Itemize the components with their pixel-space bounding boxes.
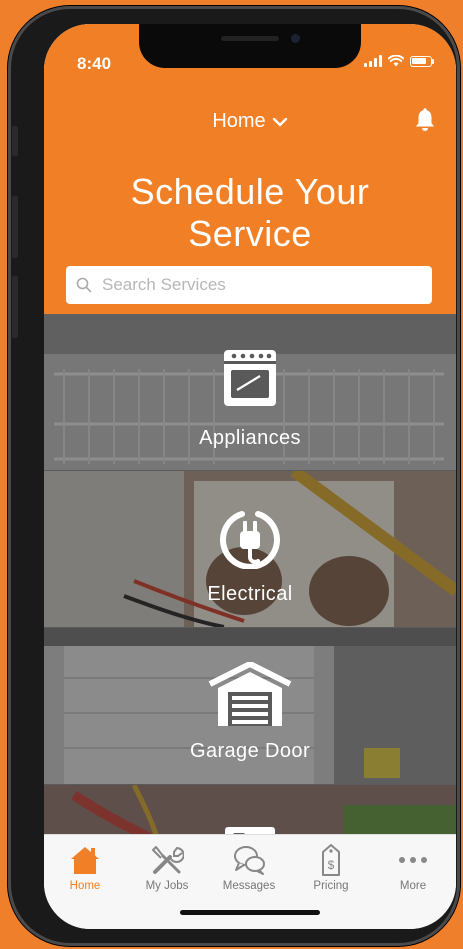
tab-home[interactable]: Home bbox=[50, 843, 120, 892]
more-icon bbox=[399, 857, 427, 863]
signal-icon bbox=[364, 55, 382, 67]
oven-icon bbox=[224, 350, 276, 406]
camera bbox=[291, 34, 300, 43]
speaker bbox=[221, 36, 279, 41]
search-icon bbox=[76, 277, 92, 293]
price-tag-icon: $ bbox=[322, 844, 340, 876]
service-label: Appliances bbox=[199, 427, 301, 449]
svg-text:$: $ bbox=[328, 858, 335, 872]
service-tile-electrical[interactable]: Electrical bbox=[44, 471, 456, 628]
service-label: Electrical bbox=[207, 583, 293, 605]
volume-down-button bbox=[12, 276, 18, 338]
tab-label: Home bbox=[69, 880, 101, 892]
service-tile-appliances[interactable]: Appliances bbox=[44, 314, 456, 471]
tools-icon bbox=[152, 846, 184, 874]
volume-up-button bbox=[12, 196, 18, 258]
tab-messages[interactable]: Messages bbox=[214, 843, 284, 892]
mute-switch bbox=[12, 126, 18, 156]
notch bbox=[139, 24, 361, 68]
location-selector[interactable]: Home bbox=[44, 110, 456, 133]
home-indicator bbox=[180, 910, 320, 915]
app-screen: 8:40 Home Schedule Your Service Search S… bbox=[44, 24, 456, 929]
title-line-1: Schedule Your bbox=[130, 171, 370, 212]
search-bar[interactable] bbox=[66, 266, 432, 304]
chat-icon bbox=[234, 846, 265, 875]
chevron-down-icon bbox=[272, 117, 287, 126]
tab-label: More bbox=[399, 880, 427, 892]
tab-label: Pricing bbox=[313, 880, 349, 892]
tab-pricing[interactable]: $ Pricing bbox=[296, 843, 366, 892]
search-input[interactable] bbox=[100, 274, 424, 296]
location-label: Home bbox=[212, 110, 266, 132]
wifi-icon bbox=[388, 55, 404, 67]
tab-label: Messages bbox=[222, 880, 276, 892]
status-time: 8:40 bbox=[77, 54, 112, 73]
plug-icon bbox=[220, 511, 280, 569]
service-tile-garage-door[interactable]: Garage Door bbox=[44, 628, 456, 785]
title-line-2: Service bbox=[188, 213, 312, 254]
phone-frame: 8:40 Home Schedule Your Service Search S… bbox=[8, 6, 460, 946]
battery-icon bbox=[410, 55, 434, 67]
service-label: Garage Door bbox=[189, 740, 310, 762]
notification-bell-icon[interactable] bbox=[414, 108, 436, 132]
page-title: Schedule Your Service bbox=[44, 171, 456, 255]
tab-my-jobs[interactable]: My Jobs bbox=[132, 843, 202, 892]
home-icon bbox=[71, 847, 99, 874]
garage-icon bbox=[208, 662, 292, 726]
status-icons bbox=[364, 55, 434, 67]
tab-bar: Home My Jobs Messages $ Pricing More bbox=[44, 834, 456, 929]
tab-label: My Jobs bbox=[145, 880, 189, 892]
tab-more[interactable]: More bbox=[378, 843, 448, 892]
